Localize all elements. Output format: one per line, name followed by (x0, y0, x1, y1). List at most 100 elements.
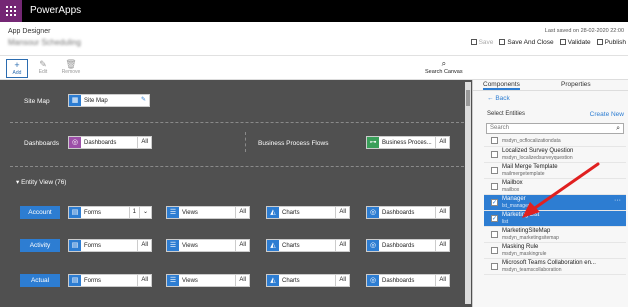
create-new-link[interactable]: Create New (590, 111, 624, 118)
charts-all: All (335, 207, 349, 218)
dashboards-tile[interactable]: ◎ Dashboards All (68, 136, 152, 149)
form-icon: ▤ (69, 240, 81, 251)
search-canvas-button[interactable]: ⌕ Search Canvas (425, 59, 463, 75)
canvas-scrollbar[interactable] (465, 82, 471, 304)
dashboard-icon: ◎ (367, 240, 379, 251)
chevron-down-icon[interactable]: ⌄ (138, 207, 151, 218)
entity-dashboards-all: All (435, 240, 449, 251)
search-input[interactable]: Search ⌕ (486, 123, 624, 134)
back-label: Back (495, 95, 510, 102)
site-map-tile[interactable]: ▦ Site Map ✎ (68, 94, 150, 107)
forms-label: Forms (84, 277, 101, 284)
checkbox[interactable] (491, 151, 498, 158)
views-tile[interactable]: ☰ Views All (166, 206, 250, 219)
view-icon: ☰ (167, 240, 179, 251)
checkbox[interactable] (491, 137, 498, 144)
bpf-all: All (435, 137, 449, 148)
list-item[interactable]: Mailbox mailbox (484, 179, 626, 195)
list-item[interactable]: msdyn_ocflocalizationdata (484, 136, 626, 147)
list-item[interactable]: ✓ Manager lst_manager ··· (484, 195, 626, 211)
brand-title: PowerApps (30, 5, 82, 16)
forms-tile[interactable]: ▤ Forms All (68, 239, 152, 252)
validate-button[interactable]: Validate (559, 39, 591, 46)
views-all: All (235, 240, 249, 251)
bpf-tile[interactable]: ⊶ Business Proces... All (366, 136, 450, 149)
checkbox[interactable] (491, 167, 498, 174)
checkbox[interactable] (491, 247, 498, 254)
entity-dashboards-tile[interactable]: ◎ Dashboards All (366, 274, 450, 287)
forms-tile[interactable]: ▤ Forms 1 ⌄ (68, 206, 152, 219)
separator (245, 132, 246, 152)
charts-tile[interactable]: ◭ Charts All (266, 239, 350, 252)
list-item[interactable]: Masking Rule msdyn_maskingrule (484, 243, 626, 259)
edit-button[interactable]: ✎ Edit (32, 59, 54, 78)
item-name: MarketingSiteMap (502, 228, 551, 234)
search-canvas-label: Search Canvas (425, 69, 463, 75)
entity-dashboards-tile[interactable]: ◎ Dashboards All (366, 239, 450, 252)
entity-account[interactable]: Account (20, 206, 60, 219)
list-item[interactable]: Localized Survey Question msdyn_localized… (484, 147, 626, 163)
forms-all: All (137, 275, 151, 286)
views-tile[interactable]: ☰ Views All (166, 239, 250, 252)
entity-dashboards-tile[interactable]: ◎ Dashboards All (366, 206, 450, 219)
save-button[interactable]: Save (470, 39, 493, 46)
list-item[interactable]: ✓ Marketing List list (484, 211, 626, 227)
charts-label: Charts (282, 277, 300, 284)
forms-tile[interactable]: ▤ Forms All (68, 274, 152, 287)
entity-activity[interactable]: Activity (20, 239, 60, 252)
views-tile[interactable]: ☰ Views All (166, 274, 250, 287)
list-item[interactable]: Mail Merge Template mailmergetemplate (484, 163, 626, 179)
entity-view-header[interactable]: ▾ Entity View (76) (16, 178, 66, 186)
right-panel: Components Properties ← Back Select Enti… (472, 80, 628, 307)
publish-button[interactable]: Publish (596, 39, 626, 46)
checkbox-checked[interactable]: ✓ (491, 199, 498, 206)
dashboard-icon: ◎ (69, 137, 81, 148)
entity-dashboards-all: All (435, 207, 449, 218)
entity-dashboards-all: All (435, 275, 449, 286)
charts-all: All (335, 275, 349, 286)
select-entities-label: Select Entities (487, 111, 526, 117)
app-launcher-icon[interactable] (0, 0, 22, 22)
edit-sitemap-icon[interactable]: ✎ (138, 95, 149, 106)
item-name: Manager (502, 196, 526, 202)
forms-all: All (137, 240, 151, 251)
item-sub: list (502, 219, 509, 225)
checkbox[interactable] (491, 231, 498, 238)
divider (10, 166, 464, 167)
save-and-close-button[interactable]: Save And Close (499, 39, 554, 46)
app-name: Mansour Scheduling (8, 38, 81, 47)
list-item[interactable]: Microsoft Teams Collaboration en... msdyn… (484, 259, 626, 275)
site-map-label: Site Map (24, 98, 50, 105)
toolbar: + Add ✎ Edit 🗑 Remove ⌕ Search Canvas (0, 56, 628, 80)
dashboard-icon: ◎ (367, 275, 379, 286)
chart-icon: ◭ (267, 275, 279, 286)
remove-label: Remove (61, 69, 81, 75)
view-icon: ☰ (167, 207, 179, 218)
views-all: All (235, 275, 249, 286)
list-item[interactable]: MarketingSiteMap msdyn_marketingsitemap (484, 227, 626, 243)
save-close-icon (499, 39, 506, 45)
tab-components[interactable]: Components (483, 81, 520, 90)
charts-label: Charts (282, 209, 300, 216)
remove-button[interactable]: 🗑 Remove (58, 59, 84, 78)
trash-icon: 🗑 (65, 59, 77, 69)
checkbox-checked[interactable]: ✓ (491, 215, 498, 222)
add-button[interactable]: + Add (6, 59, 28, 78)
charts-tile[interactable]: ◭ Charts All (266, 206, 350, 219)
charts-tile[interactable]: ◭ Charts All (266, 274, 350, 287)
views-label: Views (182, 242, 198, 249)
tab-properties[interactable]: Properties (561, 81, 591, 88)
more-icon[interactable]: ··· (614, 197, 621, 204)
search-placeholder: Search (490, 125, 510, 131)
add-label: Add (12, 70, 22, 76)
item-name: Localized Survey Question (502, 148, 574, 154)
entity-actual[interactable]: Actual (20, 274, 60, 287)
item-name: Marketing List (502, 212, 540, 218)
edit-label: Edit (38, 69, 48, 75)
item-sub: msdyn_localizedsurveyquestion (502, 155, 573, 161)
forms-label: Forms (84, 209, 101, 216)
charts-all: All (335, 240, 349, 251)
checkbox[interactable] (491, 183, 498, 190)
checkbox[interactable] (491, 263, 498, 270)
back-link[interactable]: ← Back (487, 95, 510, 102)
